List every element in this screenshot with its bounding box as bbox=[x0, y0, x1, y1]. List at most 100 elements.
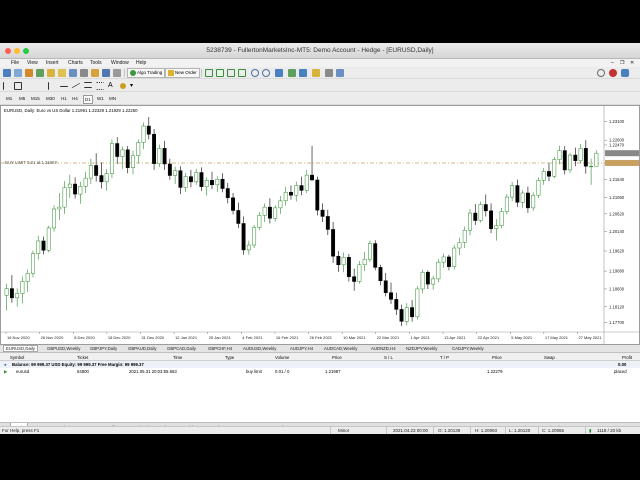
candle bbox=[41, 236, 46, 255]
templates-icon[interactable] bbox=[325, 69, 333, 77]
navigator-icon[interactable] bbox=[47, 69, 55, 77]
candle bbox=[336, 251, 341, 272]
menu-tools[interactable]: Tools bbox=[90, 60, 102, 66]
search-icon[interactable] bbox=[597, 69, 605, 77]
shapes-icon[interactable] bbox=[120, 83, 126, 89]
options-icon[interactable] bbox=[113, 69, 121, 77]
screenshot-icon[interactable] bbox=[336, 69, 344, 77]
restore-child-icon[interactable]: ❐ bbox=[620, 60, 624, 66]
chart-tab-audcad[interactable]: AUDCAD,Weekly bbox=[322, 346, 359, 351]
chart-tab-eurusd[interactable]: EURUSD,Daily bbox=[3, 345, 38, 352]
autoscroll-icon[interactable] bbox=[288, 69, 296, 77]
menu-help[interactable]: Help bbox=[136, 60, 146, 66]
chart-tab-audusd[interactable]: AUDUSD,Weekly bbox=[241, 346, 278, 351]
timeframe-m1[interactable]: M1 bbox=[5, 95, 13, 102]
price-chart[interactable]: 1.231001.226001.224701.219701.215401.210… bbox=[0, 105, 640, 345]
col-swap[interactable]: Swap bbox=[544, 355, 555, 360]
line-chart-icon[interactable] bbox=[227, 69, 235, 77]
area-chart-icon[interactable] bbox=[238, 69, 246, 77]
chart-tab-cadjpy[interactable]: CADJPY,Weekly bbox=[450, 346, 486, 351]
chart-tab-gbpusd[interactable]: GBPUSD,Weekly bbox=[45, 346, 82, 351]
cursor-icon[interactable] bbox=[3, 82, 11, 90]
timeframe-w1[interactable]: W1 bbox=[96, 95, 105, 102]
equidistant-channel-icon[interactable] bbox=[84, 82, 92, 88]
crosshair-icon[interactable] bbox=[14, 82, 22, 90]
candlestick-chart[interactable]: 1.231001.226001.224701.219701.215401.210… bbox=[1, 106, 639, 344]
timeframe-m15[interactable]: M15 bbox=[30, 95, 41, 102]
market-watch-icon[interactable] bbox=[25, 69, 33, 77]
horizontal-line-icon[interactable] bbox=[60, 86, 68, 87]
toolbox-icon[interactable] bbox=[58, 69, 66, 77]
candle-body bbox=[378, 267, 383, 282]
chart-tab-gbpchf[interactable]: GBPCHF,H4 bbox=[206, 346, 234, 351]
tile-windows-icon[interactable] bbox=[275, 69, 283, 77]
chart-tab-nzdjpy[interactable]: NZDJPY,Weekly bbox=[404, 346, 439, 351]
order-row[interactable]: ▶ eurusd 64800 2021.05.31 20:03:55.653 b… bbox=[0, 368, 640, 375]
one-click-icon[interactable] bbox=[102, 69, 110, 77]
toolbox-trade: Symbol Ticket Time Type Volume Price S /… bbox=[0, 354, 640, 422]
fibonacci-icon[interactable] bbox=[96, 82, 104, 90]
dropdown-chevron-icon[interactable] bbox=[24, 82, 28, 90]
chart-tab-gbpjpy[interactable]: GBPJPY,Daily bbox=[88, 346, 119, 351]
arrows-icon[interactable]: ▾ bbox=[130, 82, 138, 90]
strategy-tester-icon[interactable] bbox=[69, 69, 77, 77]
vertical-line-icon[interactable] bbox=[48, 82, 52, 90]
menu-charts[interactable]: Charts bbox=[68, 60, 83, 66]
chat-icon[interactable] bbox=[621, 69, 629, 77]
bar-chart-icon[interactable] bbox=[205, 69, 213, 77]
status-profile[interactable]: Minor bbox=[338, 428, 349, 433]
timeframe-h1[interactable]: H1 bbox=[60, 95, 68, 102]
candle bbox=[462, 226, 467, 249]
timeframe-mn[interactable]: MN bbox=[108, 95, 117, 102]
new-chart-icon[interactable] bbox=[3, 69, 11, 77]
col-type[interactable]: Type bbox=[225, 355, 234, 360]
menu-view[interactable]: View bbox=[27, 60, 38, 66]
menu-window[interactable]: Window bbox=[111, 60, 129, 66]
zoom-in-icon[interactable] bbox=[251, 69, 259, 77]
chart-shift-icon[interactable] bbox=[299, 69, 307, 77]
candlestick-chart-icon[interactable] bbox=[216, 69, 224, 77]
candle bbox=[220, 173, 225, 193]
new-order-button[interactable]: New Order bbox=[165, 68, 200, 78]
minimize-child-icon[interactable]: – bbox=[611, 60, 614, 66]
col-price[interactable]: Price bbox=[332, 355, 342, 360]
col-sl[interactable]: S / L bbox=[384, 355, 393, 360]
chart-tab-audnzd[interactable]: AUDNZD,H4 bbox=[369, 346, 398, 351]
indicators-icon[interactable] bbox=[312, 69, 320, 77]
timeframe-m5[interactable]: M5 bbox=[18, 95, 26, 102]
timeframe-h4[interactable]: H4 bbox=[71, 95, 79, 102]
chart-tab-gbpcad[interactable]: GBPCAD,Daily bbox=[165, 346, 198, 351]
depth-of-market-icon[interactable] bbox=[80, 69, 88, 77]
col-symbol[interactable]: Symbol bbox=[10, 355, 24, 360]
candle bbox=[299, 176, 304, 196]
menu-insert[interactable]: Insert bbox=[46, 60, 59, 66]
candle-body bbox=[436, 261, 441, 280]
timeframe-d1[interactable]: D1 bbox=[83, 95, 93, 104]
trendline-icon[interactable] bbox=[72, 79, 80, 89]
col-volume[interactable]: Volume bbox=[275, 355, 289, 360]
col-tp[interactable]: T / P bbox=[440, 355, 449, 360]
close-child-icon[interactable]: ✕ bbox=[630, 60, 634, 66]
algo-trading-button[interactable]: Algo Trading bbox=[127, 68, 166, 78]
menu-file[interactable]: File bbox=[11, 60, 19, 66]
zoom-out-icon[interactable] bbox=[262, 69, 270, 77]
col-profit[interactable]: Profit bbox=[622, 355, 632, 360]
metaeditor-icon[interactable] bbox=[91, 69, 99, 77]
data-window-icon[interactable] bbox=[36, 69, 44, 77]
col-ticket[interactable]: Ticket bbox=[77, 355, 88, 360]
time-tick-label: 31 Dec 2020 bbox=[141, 335, 164, 340]
chart-tab-audjpy[interactable]: AUDJPY,H4 bbox=[288, 346, 315, 351]
text-icon[interactable]: A bbox=[108, 82, 116, 90]
new-order-label: New Order bbox=[175, 70, 197, 75]
title-bar: 5238739 - FullertonMarketsInc-MT5: Demo … bbox=[0, 43, 640, 59]
timeframe-m30[interactable]: M30 bbox=[45, 95, 56, 102]
chart-tab-gbpaud[interactable]: GBPAUD,Daily bbox=[126, 346, 159, 351]
col-current-price[interactable]: Price bbox=[492, 355, 502, 360]
candle bbox=[531, 192, 536, 211]
balance-row[interactable]: ● Balance: 99 999.37 USD Equity: 99 999.… bbox=[0, 361, 640, 368]
profiles-icon[interactable] bbox=[14, 69, 22, 77]
account-icon[interactable] bbox=[609, 69, 617, 77]
col-time[interactable]: Time bbox=[173, 355, 182, 360]
candle bbox=[489, 203, 493, 234]
candle-body bbox=[452, 247, 457, 267]
